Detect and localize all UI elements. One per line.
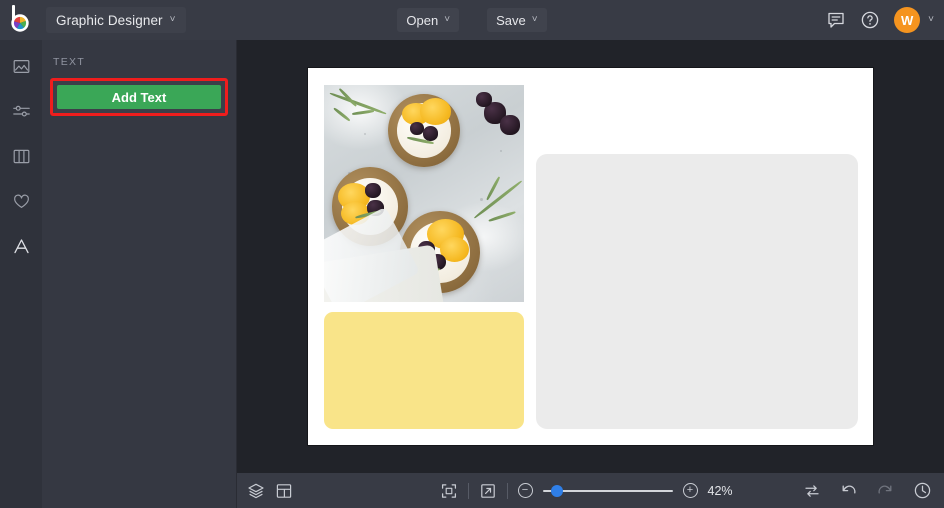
redo-arrow-icon[interactable]	[876, 481, 895, 500]
top-bar: Graphic Designer ˅ Open ˅ Save ˅ W ˅	[0, 0, 944, 40]
app-root: Graphic Designer ˅ Open ˅ Save ˅ W ˅ TEX…	[0, 0, 944, 508]
sidebar-item-text[interactable]	[0, 232, 42, 265]
text-panel: TEXT Add Text	[42, 40, 237, 508]
workspace[interactable]	[237, 40, 944, 473]
swap-arrows-icon[interactable]	[803, 482, 821, 500]
fit-to-screen-icon[interactable]	[440, 482, 458, 500]
top-right-actions: W ˅	[826, 0, 934, 40]
sidebar-item-adjust[interactable]	[0, 97, 42, 130]
chevron-down-icon: ˅	[169, 14, 176, 25]
bottom-right-group	[803, 481, 932, 500]
befunky-logo-icon	[9, 5, 33, 32]
heart-icon	[12, 192, 31, 216]
sidebar-item-image[interactable]	[0, 52, 42, 85]
design-canvas[interactable]	[308, 68, 873, 445]
page-title: Graphic Designer	[56, 12, 163, 28]
left-icon-rail	[0, 40, 42, 508]
photo-cell[interactable]	[324, 85, 524, 302]
question-mark-icon[interactable]	[860, 10, 880, 30]
sliders-icon	[12, 102, 31, 126]
clock-history-icon[interactable]	[913, 481, 932, 500]
project-title-dropdown[interactable]: Graphic Designer ˅	[46, 7, 186, 33]
zoom-in-button[interactable]: +	[682, 483, 698, 498]
letter-a-icon	[11, 236, 32, 262]
zoom-slider-handle[interactable]	[550, 484, 563, 497]
speech-bubble-icon[interactable]	[826, 10, 846, 30]
zoom-out-button[interactable]: −	[517, 483, 533, 498]
avatar[interactable]: W	[894, 7, 921, 33]
columns-icon	[12, 147, 31, 171]
add-text-button[interactable]: Add Text	[57, 85, 221, 109]
bottom-toolbar: − + 42%	[237, 473, 944, 508]
zoom-slider[interactable]	[542, 484, 673, 498]
panel-section-label: TEXT	[53, 56, 86, 68]
gray-placeholder-block[interactable]	[536, 154, 858, 429]
save-button[interactable]: Save ˅	[487, 8, 547, 32]
chevron-down-icon: ˅	[531, 14, 538, 25]
yellow-color-block[interactable]	[324, 312, 524, 429]
avatar-initial: W	[901, 12, 914, 28]
sidebar-item-layouts[interactable]	[0, 142, 42, 175]
brand-logo[interactable]	[0, 0, 42, 40]
food-photo	[324, 85, 524, 302]
chevron-down-icon[interactable]: ˅	[928, 15, 934, 25]
toolbar-divider	[506, 482, 508, 499]
chevron-down-icon: ˅	[444, 14, 451, 25]
add-text-highlight: Add Text	[50, 78, 228, 116]
save-button-label: Save	[496, 12, 526, 28]
expand-arrow-icon[interactable]	[479, 482, 497, 500]
open-button[interactable]: Open ˅	[397, 8, 460, 32]
open-button-label: Open	[406, 12, 439, 28]
undo-arrow-icon[interactable]	[839, 481, 858, 500]
image-icon	[12, 57, 31, 81]
zoom-level-value: 42%	[707, 483, 733, 498]
toolbar-divider	[467, 482, 469, 499]
sidebar-item-favorites[interactable]	[0, 187, 42, 220]
